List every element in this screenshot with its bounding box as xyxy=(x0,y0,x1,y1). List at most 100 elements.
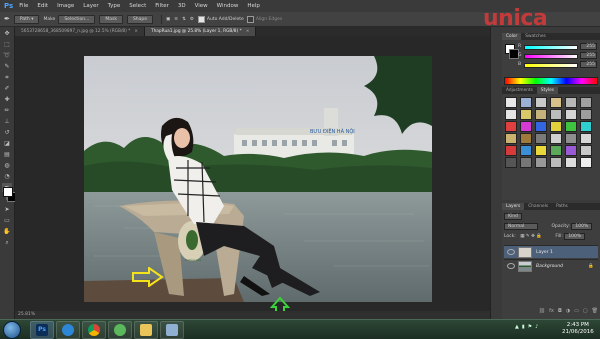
taskbar-explorer[interactable] xyxy=(134,321,158,339)
menu-file[interactable]: File xyxy=(19,3,28,9)
style-swatch[interactable] xyxy=(550,145,562,156)
tab-styles[interactable]: Styles xyxy=(536,87,558,94)
style-swatch[interactable] xyxy=(550,109,562,120)
style-swatch[interactable] xyxy=(565,133,577,144)
eyedropper-tool-icon[interactable]: ✐ xyxy=(2,84,12,93)
style-swatch[interactable] xyxy=(565,97,577,108)
close-icon[interactable]: × xyxy=(134,29,138,34)
style-swatch[interactable] xyxy=(535,121,547,132)
network-icon[interactable]: ▮ xyxy=(522,324,525,330)
hand-tool-icon[interactable]: ✋ xyxy=(2,227,12,236)
blue-slider[interactable]: B 255 xyxy=(518,61,598,68)
style-swatch[interactable] xyxy=(565,121,577,132)
style-swatch[interactable] xyxy=(580,157,592,168)
flag-icon[interactable]: ⚑ xyxy=(528,324,532,330)
layer-filter-select[interactable]: Kind xyxy=(504,213,522,220)
style-swatch[interactable] xyxy=(520,97,532,108)
style-swatch[interactable] xyxy=(505,145,517,156)
path-arrange-icon[interactable]: ⇅ xyxy=(182,17,186,22)
style-swatch[interactable] xyxy=(535,145,547,156)
layer-row-layer1[interactable]: Layer 1 xyxy=(504,245,598,258)
path-mode-select[interactable]: Path ▾ xyxy=(13,14,40,24)
link-layers-icon[interactable]: ⛓ xyxy=(539,308,545,315)
menu-filter[interactable]: Filter xyxy=(155,3,169,9)
red-slider[interactable]: R 255 xyxy=(518,43,598,50)
history-brush-icon[interactable]: ↺ xyxy=(2,128,12,137)
tab-document-1[interactable]: 5653728658_368509897_n.jpg @ 12.5% (RGB/… xyxy=(15,27,145,36)
menu-window[interactable]: Window xyxy=(217,3,239,9)
fill-input[interactable]: 100% xyxy=(564,233,586,240)
lasso-tool-icon[interactable]: ➰ xyxy=(2,51,12,60)
menu-view[interactable]: View xyxy=(195,3,208,9)
make-shape-button[interactable]: Shape xyxy=(126,14,154,24)
style-swatch[interactable] xyxy=(550,157,562,168)
make-mask-button[interactable]: Mask xyxy=(99,14,123,24)
style-swatch[interactable] xyxy=(565,109,577,120)
blend-mode-select[interactable]: Normal xyxy=(504,223,538,230)
style-swatch[interactable] xyxy=(535,157,547,168)
style-swatch[interactable] xyxy=(520,145,532,156)
style-swatch[interactable] xyxy=(550,97,562,108)
move-tool-icon[interactable]: ✥ xyxy=(2,29,12,38)
tab-paths[interactable]: Paths xyxy=(552,203,572,210)
style-swatch[interactable] xyxy=(580,133,592,144)
menu-edit[interactable]: Edit xyxy=(37,3,48,9)
trash-icon[interactable]: 🗑 xyxy=(592,308,598,315)
mask-icon[interactable]: ◘ xyxy=(558,308,562,315)
green-slider[interactable]: G 255 xyxy=(518,52,598,59)
menu-select[interactable]: Select xyxy=(129,3,146,9)
tab-document-2[interactable]: ThapRua1.jpg @ 25.8% (Layer 1, RGB/8) * × xyxy=(144,27,257,36)
style-swatch[interactable] xyxy=(520,157,532,168)
align-edges-checkbox[interactable] xyxy=(246,15,254,23)
taskbar-photoshop[interactable]: Ps xyxy=(30,321,54,339)
style-swatch[interactable] xyxy=(580,109,592,120)
style-swatch[interactable] xyxy=(565,157,577,168)
document-canvas[interactable]: BƯU ĐIỆN HÀ NỘI Catégi Life xyxy=(84,56,432,302)
tab-channels[interactable]: Channels xyxy=(524,203,552,210)
speaker-icon[interactable]: ♪ xyxy=(535,324,538,330)
eye-icon[interactable] xyxy=(507,263,515,269)
style-swatch[interactable] xyxy=(505,109,517,120)
lock-icons[interactable]: ▦ ✎ ✥ 🔒 xyxy=(520,234,542,239)
taskbar-ie[interactable] xyxy=(56,321,80,339)
style-swatch[interactable] xyxy=(535,97,547,108)
adjustment-icon[interactable]: ◑ xyxy=(566,308,570,315)
menu-3d[interactable]: 3D xyxy=(178,3,186,9)
fx-icon[interactable]: fx xyxy=(549,308,554,315)
tab-adjustments[interactable]: Adjustments xyxy=(502,87,537,94)
auto-add-delete-checkbox[interactable] xyxy=(197,15,205,23)
quick-select-tool-icon[interactable]: ✎ xyxy=(2,62,12,71)
new-layer-icon[interactable]: ▢ xyxy=(583,308,588,315)
style-swatch[interactable] xyxy=(505,121,517,132)
style-swatch[interactable] xyxy=(535,133,547,144)
style-swatch[interactable] xyxy=(505,97,517,108)
style-swatch[interactable] xyxy=(550,133,562,144)
style-swatch[interactable] xyxy=(565,145,577,156)
style-swatch[interactable] xyxy=(520,121,532,132)
taskbar-clock[interactable]: 2:43 PM 21/06/2016 xyxy=(562,322,594,336)
path-select-tool-icon[interactable]: ➤ xyxy=(2,205,12,214)
menu-help[interactable]: Help xyxy=(247,3,260,9)
style-swatch[interactable] xyxy=(505,157,517,168)
style-swatch[interactable] xyxy=(580,145,592,156)
style-swatch[interactable] xyxy=(535,109,547,120)
zoom-level[interactable]: 25.81% xyxy=(18,312,35,317)
healing-brush-icon[interactable]: ✚ xyxy=(2,95,12,104)
menu-image[interactable]: Image xyxy=(57,3,74,9)
crop-tool-icon[interactable]: ⌗ xyxy=(2,73,12,82)
taskbar-app[interactable] xyxy=(108,321,132,339)
tab-layers[interactable]: Layers xyxy=(502,203,525,210)
close-icon[interactable]: × xyxy=(246,29,250,34)
taskbar-app2[interactable] xyxy=(160,321,184,339)
shape-tool-icon[interactable]: ▭ xyxy=(2,216,12,225)
slider-track[interactable] xyxy=(524,63,578,68)
style-swatch[interactable] xyxy=(520,133,532,144)
path-align-icon[interactable]: ≡ xyxy=(174,17,178,22)
tab-color[interactable]: Color xyxy=(502,33,522,40)
style-swatch[interactable] xyxy=(580,121,592,132)
dodge-tool-icon[interactable]: ◔ xyxy=(2,172,12,181)
slider-value[interactable]: 255 xyxy=(580,61,597,68)
style-swatch[interactable] xyxy=(520,109,532,120)
brush-tool-icon[interactable]: ✏ xyxy=(2,106,12,115)
style-swatch[interactable] xyxy=(580,97,592,108)
